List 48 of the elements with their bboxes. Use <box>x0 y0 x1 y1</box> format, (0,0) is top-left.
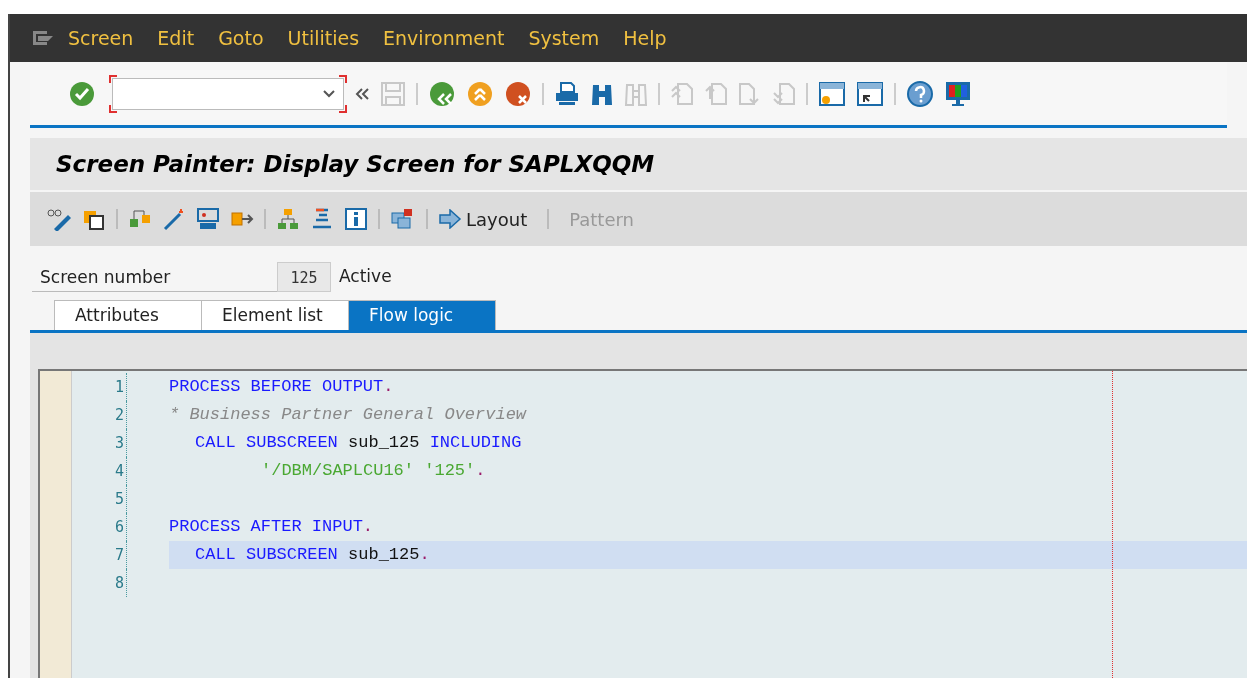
layout-button[interactable]: Layout <box>438 205 528 233</box>
tab[interactable]: Element list <box>202 300 349 330</box>
code-line: '/DBM/SAPLCU16' '125'. <box>260 460 487 482</box>
code-editor[interactable]: 1 PROCESS BEFORE OUTPUT. 2 * Business Partner General Overview 3 CALL SUBSCREEN sub_125 INCLUDING 4 '/DBM/SAPLCU16' '125'. 5 6 PROCESS AFTER INPUT. 7 CALL SUBSCREEN sub_125. 8 <box>38 369 1247 678</box>
menu-item[interactable]: Environment <box>383 23 505 53</box>
menu-item[interactable]: Help <box>623 23 667 53</box>
cancel-icon[interactable] <box>504 79 532 108</box>
info-icon[interactable] <box>344 207 368 231</box>
command-field[interactable] <box>112 77 344 110</box>
menu-icon[interactable] <box>32 30 54 46</box>
tab[interactable]: Attributes <box>54 300 202 330</box>
screen-title: Screen Painter: Display Screen for SAPLXQQM <box>56 149 655 179</box>
menu-item[interactable]: System <box>528 23 600 53</box>
double-chevron-icon[interactable] <box>354 86 370 101</box>
line-number: 5 <box>72 485 127 513</box>
line-number: 4 <box>72 457 127 485</box>
back-icon[interactable] <box>428 79 456 108</box>
menu-item[interactable]: Screen <box>68 23 134 53</box>
screen-number-field: 125 <box>277 262 331 292</box>
code-line: PROCESS AFTER INPUT. <box>169 516 375 538</box>
printer-chart-icon[interactable] <box>196 207 220 231</box>
printer-icon[interactable] <box>554 80 580 107</box>
dropdown-icon <box>323 89 335 98</box>
exit-icon[interactable] <box>466 79 494 108</box>
magic-wand-icon[interactable] <box>162 207 186 231</box>
menu-item[interactable]: Goto <box>218 23 264 53</box>
line-number: 6 <box>72 513 127 541</box>
hierarchy-icon[interactable] <box>276 207 300 231</box>
help-icon[interactable] <box>906 79 934 108</box>
shortcut-window-icon[interactable] <box>856 80 884 107</box>
arrow-right-icon <box>438 209 462 229</box>
monitor-icon[interactable] <box>944 79 972 108</box>
line-number: 7 <box>72 541 127 569</box>
line-number: 3 <box>72 429 127 457</box>
code-line: * Business Partner General Overview <box>169 404 528 426</box>
menu-item[interactable]: Edit <box>157 23 195 53</box>
new-window-icon[interactable] <box>818 80 846 107</box>
line-number: 2 <box>72 401 127 429</box>
line-number: 8 <box>72 569 127 597</box>
status-text: Active <box>339 265 392 289</box>
glasses-pencil-icon[interactable] <box>46 207 72 231</box>
align-lines-icon[interactable] <box>310 207 334 231</box>
tab[interactable]: Flow logic <box>349 300 496 330</box>
check-icon[interactable] <box>68 79 96 108</box>
code-line: CALL SUBSCREEN sub_125 INCLUDING <box>194 432 523 454</box>
menu-item[interactable]: Utilities <box>287 23 360 53</box>
code-line: PROCESS BEFORE OUTPUT. <box>169 376 395 398</box>
line-number: 1 <box>72 373 127 401</box>
